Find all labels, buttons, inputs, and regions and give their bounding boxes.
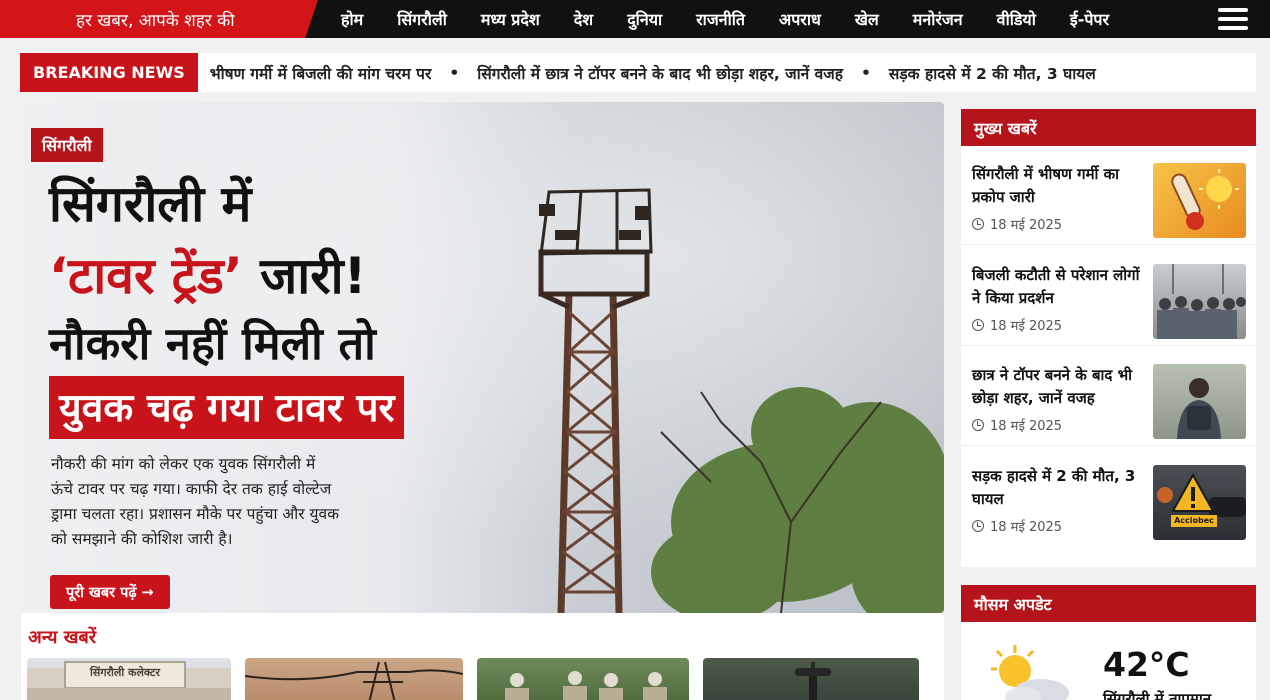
thumb-sign-text: सिंगरौली कलेक्टर <box>90 666 160 679</box>
nav-item-rajneeti[interactable]: राजनीति <box>679 8 762 30</box>
ticker-item[interactable]: सड़क हादसे में 2 की मौत, 3 घायल <box>889 62 1096 84</box>
headline-line-2-rest: जारी! <box>242 247 367 305</box>
nav-item-video[interactable]: वीडियो <box>980 8 1053 30</box>
ticker-separator: • <box>449 63 460 82</box>
main-nav: होम सिंगरौली मध्य प्रदेश देश दुनिया राजन… <box>318 0 1126 38</box>
headline-line-3: नौकरी नहीं मिली तो <box>49 317 376 370</box>
ticker-separator: • <box>860 63 871 82</box>
headline-band: युवक चढ़ गया टावर पर <box>49 376 405 439</box>
nav-item-desh[interactable]: देश <box>557 8 610 30</box>
sidebar-news-date: 18 मई 2025 <box>972 316 1062 334</box>
category-badge[interactable]: सिंगरौली <box>31 128 103 162</box>
other-news-title: अन्य खबरें <box>28 627 97 648</box>
sidebar-news-title[interactable]: छात्र ने टॉपर बनने के बाद भी छोड़ा शहर, … <box>972 364 1142 410</box>
nav-item-khel[interactable]: खेल <box>838 8 896 30</box>
sidebar-news-item[interactable]: सिंगरौली में भीषण गर्मी का प्रकोप जारी 1… <box>961 153 1256 245</box>
sidebar-news-image[interactable] <box>1153 163 1246 238</box>
date-text: 18 मई 2025 <box>990 218 1063 233</box>
weather-temperature: 42°C <box>1103 645 1190 684</box>
nav-item-epaper[interactable]: ई-पेपर <box>1053 8 1126 30</box>
sidebar-title: मुख्य खबरें <box>961 109 1256 146</box>
nav-item-home[interactable]: होम <box>324 8 380 30</box>
date-text: 18 मई 2025 <box>990 319 1063 334</box>
clock-icon <box>972 218 984 230</box>
menu-icon[interactable] <box>1218 6 1248 32</box>
other-news-thumb[interactable] <box>703 658 919 700</box>
top-navbar: हर खबर, आपके शहर की होम सिंगरौली मध्य प्… <box>0 0 1270 38</box>
site-tagline[interactable]: हर खबर, आपके शहर की <box>0 0 318 38</box>
ticker-items: भीषण गर्मी में बिजली की मांग चरम पर • सि… <box>198 62 1096 84</box>
other-news-thumb[interactable] <box>477 658 689 700</box>
sidebar-news-image[interactable] <box>1153 264 1246 339</box>
weather-city: सिंगरौली में तापमान <box>1103 690 1212 700</box>
read-more-button[interactable]: पूरी खबर पढ़ें → <box>50 575 170 609</box>
sidebar-news-date: 18 मई 2025 <box>972 215 1062 233</box>
headline-highlight: ‘टावर ट्रेंड’ <box>49 247 243 305</box>
hero-story[interactable]: सिंगरौली सिंगरौली में ‘टावर ट्रेंड’ जारी… <box>21 102 944 613</box>
sidebar-news-image[interactable]: Acciobec <box>1153 465 1246 540</box>
nav-item-singrauli[interactable]: सिंगरौली <box>380 8 464 30</box>
breaking-news-ticker: BREAKING NEWS भीषण गर्मी में बिजली की मा… <box>20 53 1256 92</box>
other-news-thumb[interactable] <box>245 658 463 700</box>
nav-item-duniya[interactable]: दुनिया <box>610 8 679 30</box>
headline-line-1: सिंगरौली में <box>49 175 252 233</box>
sidebar-news-date: 18 मई 2025 <box>972 416 1062 434</box>
sun-cloud-icon <box>991 645 1069 700</box>
nav-item-manoranjan[interactable]: मनोरंजन <box>896 8 980 30</box>
sidebar-news-item[interactable]: छात्र ने टॉपर बनने के बाद भी छोड़ा शहर, … <box>961 354 1256 446</box>
sidebar-news-item[interactable]: बिजली कटौती से परेशान लोगों ने किया प्रद… <box>961 254 1256 346</box>
ticker-item[interactable]: सिंगरौली में छात्र ने टॉपर बनने के बाद भ… <box>477 62 843 84</box>
clock-icon <box>972 319 984 331</box>
weather-title: मौसम अपडेट <box>961 585 1256 622</box>
sidebar-news-item[interactable]: सड़क हादसे में 2 की मौत, 3 घायल 18 मई 20… <box>961 455 1256 547</box>
breaking-news-label: BREAKING NEWS <box>20 53 198 92</box>
other-news-thumb[interactable]: सिंगरौली कलेक्टर <box>27 658 231 700</box>
headline-line-2: ‘टावर ट्रेंड’ जारी! <box>49 240 366 308</box>
sidebar-news-title[interactable]: बिजली कटौती से परेशान लोगों ने किया प्रद… <box>972 264 1142 310</box>
ticker-item[interactable]: भीषण गर्मी में बिजली की मांग चरम पर <box>210 62 432 84</box>
accident-sign-text: Acciobec <box>1174 516 1214 525</box>
other-news-section: अन्य खबरें सिंगरौली कलेक्टर <box>21 613 944 700</box>
clock-icon <box>972 520 984 532</box>
clock-icon <box>972 419 984 431</box>
hero-description: नौकरी की मांग को लेकर एक युवक सिंगरौली म… <box>51 455 340 548</box>
date-text: 18 मई 2025 <box>990 419 1063 434</box>
weather-widget: मौसम अपडेट 42°C सिंगरौली में तापमान <box>961 585 1256 700</box>
date-text: 18 मई 2025 <box>990 520 1063 535</box>
nav-item-apradh[interactable]: अपराध <box>762 8 838 30</box>
sidebar-news-image[interactable] <box>1153 364 1246 439</box>
sidebar-news-title[interactable]: सिंगरौली में भीषण गर्मी का प्रकोप जारी <box>972 163 1142 209</box>
main-news-sidebar: मुख्य खबरें सिंगरौली में भीषण गर्मी का प… <box>961 109 1256 567</box>
sidebar-news-date: 18 मई 2025 <box>972 517 1062 535</box>
sidebar-news-title[interactable]: सड़क हादसे में 2 की मौत, 3 घायल <box>972 465 1142 511</box>
nav-item-madhya-pradesh[interactable]: मध्य प्रदेश <box>464 8 557 30</box>
